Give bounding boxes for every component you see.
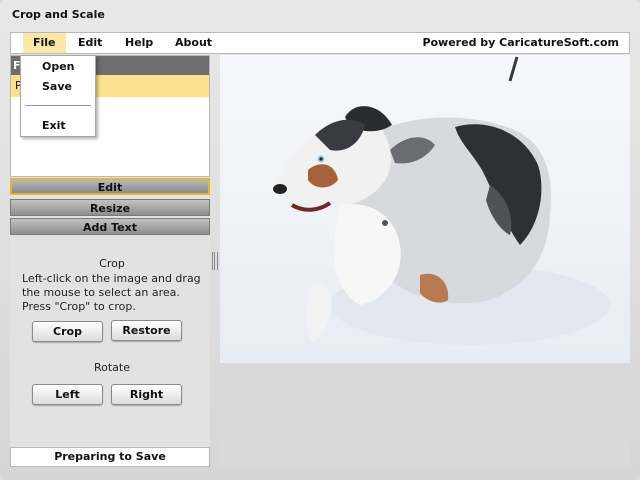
dog-in-snow-image [273, 56, 610, 345]
tab-add-text[interactable]: Add Text [10, 218, 210, 235]
rotate-right-button[interactable]: Right [111, 384, 182, 405]
crop-heading: Crop [99, 257, 125, 270]
menu-file[interactable]: File [23, 33, 66, 53]
rotate-heading: Rotate [93, 361, 130, 374]
menu-about[interactable]: About [165, 33, 222, 53]
menu-edit[interactable]: Edit [68, 33, 112, 53]
status-bar: Preparing to Save [10, 447, 210, 467]
app-window: Crop and Scale File Edit Help About Powe… [0, 0, 640, 480]
crop-button[interactable]: Crop [32, 321, 103, 342]
dog-photo[interactable] [220, 55, 630, 363]
restore-button[interactable]: Restore [111, 320, 182, 341]
panel-splitter[interactable] [212, 252, 218, 270]
menu-save[interactable]: Save [21, 78, 95, 96]
menu-open[interactable]: Open [21, 58, 95, 76]
menu-help[interactable]: Help [115, 33, 163, 53]
menu-separator [25, 105, 91, 106]
crop-instructions: Left-click on the image and drag the mou… [22, 272, 201, 313]
image-canvas[interactable] [220, 55, 630, 467]
tab-edit[interactable]: Edit [10, 178, 210, 195]
file-menu-dropdown: Open Save Exit [20, 55, 96, 137]
tab-resize[interactable]: Resize [10, 199, 210, 216]
menu-exit[interactable]: Exit [21, 117, 95, 135]
powered-by-link[interactable]: Powered by CaricatureSoft.com [422, 33, 619, 53]
menu-bar: File Edit Help About Powered by Caricatu… [10, 32, 630, 54]
window-title: Crop and Scale [12, 8, 105, 21]
rotate-left-button[interactable]: Left [32, 384, 103, 405]
